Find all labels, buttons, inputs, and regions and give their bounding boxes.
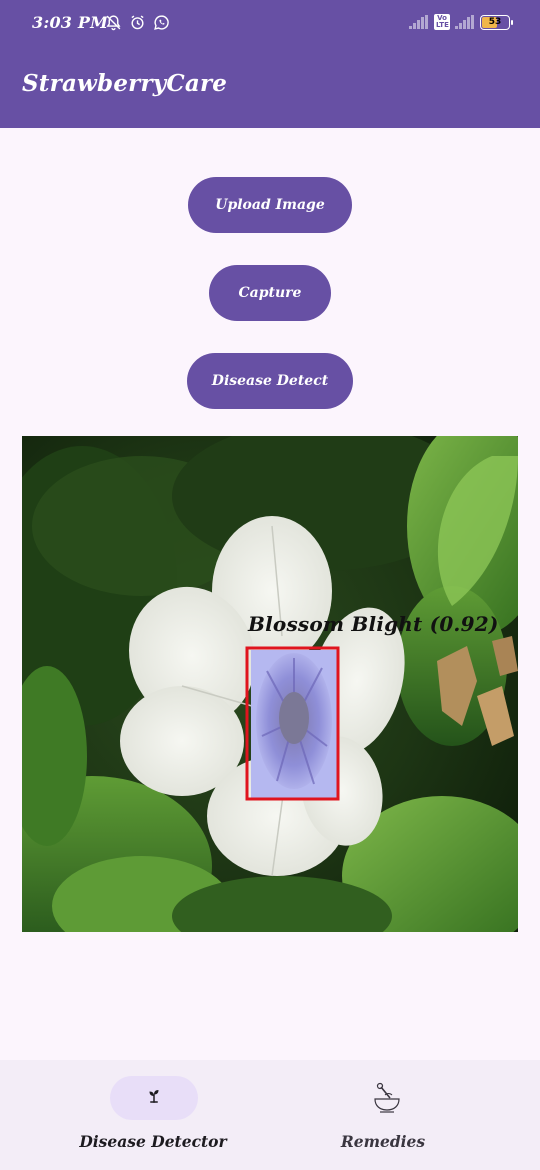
sprout-icon: [145, 1087, 163, 1109]
app-root: 3:03 PM Vo LTE 53 StrawberryCare Upload …: [0, 0, 540, 1170]
detection-result-image: Blossom Blight (0.92): [22, 436, 518, 932]
app-bar: StrawberryCare: [0, 48, 540, 128]
bottom-navigation: Disease Detector Remedies: [0, 1060, 540, 1170]
signal-icon: [455, 15, 475, 29]
status-icons-left: [105, 14, 170, 31]
nav-item-remedies[interactable]: Remedies: [248, 1060, 518, 1170]
whatsapp-icon: [153, 14, 170, 31]
capture-button[interactable]: Capture: [209, 265, 331, 321]
battery-level: 53: [488, 16, 502, 27]
nav-label-remedies: Remedies: [340, 1132, 426, 1151]
signal-icon: [409, 15, 429, 29]
nav-active-indicator: [110, 1076, 198, 1120]
battery-icon: 53: [480, 14, 513, 30]
notifications-off-icon: [105, 14, 122, 31]
upload-image-button[interactable]: Upload Image: [188, 177, 352, 233]
status-icons-right: Vo LTE 53: [409, 14, 513, 30]
status-time: 3:03 PM: [32, 13, 109, 32]
disease-detect-button[interactable]: Disease Detect: [187, 353, 353, 409]
alarm-icon: [129, 14, 146, 31]
status-bar: 3:03 PM Vo LTE 53: [0, 0, 540, 48]
flower-photo: [22, 436, 518, 932]
app-title: StrawberryCare: [22, 70, 228, 97]
volte-icon: Vo LTE: [434, 14, 450, 30]
mortar-pestle-icon: [370, 1080, 404, 1116]
detection-label: Blossom Blight (0.92): [248, 612, 499, 636]
